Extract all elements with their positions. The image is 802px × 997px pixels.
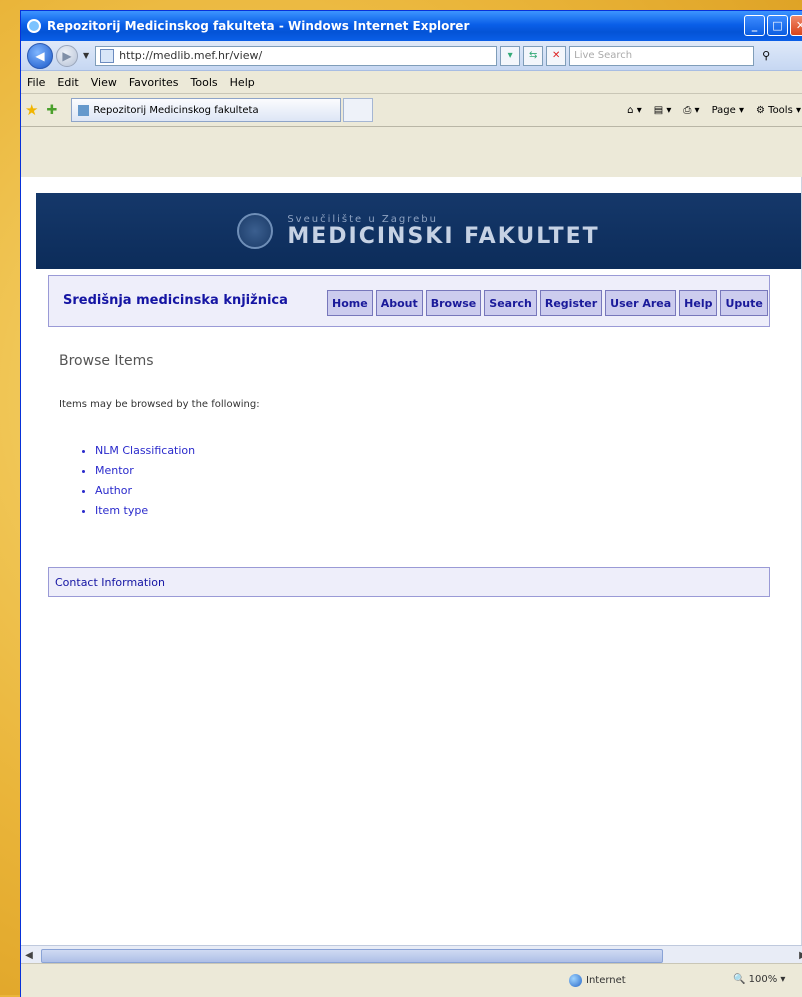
search-icon[interactable]: ⚲ [756,46,776,66]
page-menu-label: Page [711,104,736,116]
menu-favorites[interactable]: Favorites [129,76,179,89]
address-url: http://medlib.mef.hr/view/ [119,49,263,62]
nav-help[interactable]: Help [679,290,718,316]
site-nav-box: Središnja medicinska knjižnica Home Abou… [48,275,770,327]
window-title: Repozitorij Medicinskog fakulteta - Wind… [47,19,470,33]
go-dropdown-button[interactable]: ▾ [500,45,521,66]
page-viewport: Sveučilište u Zagrebu MEDICINSKI FAKULTE… [21,177,801,945]
ie-icon [27,19,41,33]
banner-title: MEDICINSKI FAKULTET [287,223,600,249]
menu-help[interactable]: Help [230,76,255,89]
close-button[interactable]: ✕ [790,15,802,36]
scroll-left-icon[interactable]: ◀ [21,950,37,961]
scroll-thumb[interactable] [41,949,663,963]
zoom-level: 100% [748,974,778,985]
status-bar: Internet 🔍 100% ▾ [21,963,802,997]
contact-information-link[interactable]: Contact Information [48,567,770,597]
banner-subtitle: Sveučilište u Zagrebu [287,213,438,225]
browse-item-type-link[interactable]: Item type [95,501,195,521]
add-favorite-icon[interactable]: ✚ [46,103,57,118]
nav-home[interactable]: Home [327,290,373,316]
zoom-control[interactable]: 🔍 100% ▾ [733,974,785,985]
zone-label: Internet [586,975,626,986]
back-button[interactable]: ◀ [27,42,53,69]
new-tab-button[interactable] [343,98,374,122]
tools-menu[interactable]: ⚙ Tools ▾ [756,105,801,116]
stop-icon[interactable]: ✕ [546,45,567,66]
refresh-icon[interactable]: ⇆ [523,45,544,66]
menu-bar: File Edit View Favorites Tools Help [21,71,802,94]
tab-repozitorij[interactable]: Repozitorij Medicinskog fakulteta [71,98,342,122]
menu-view[interactable]: View [91,76,117,89]
page-menu[interactable]: Page ▾ [712,105,744,116]
favorites-star-icon[interactable]: ★ [25,101,38,119]
minimize-button[interactable]: _ [744,15,765,36]
search-input[interactable]: Live Search [569,45,755,66]
home-icon[interactable]: ⌂ ▾ [627,105,642,116]
nav-register[interactable]: Register [539,290,603,316]
address-toolbar: ◀ ▶ ▼ http://medlib.mef.hr/view/ ▾ ⇆ ✕ L… [21,41,802,71]
forward-button[interactable]: ▶ [56,44,78,67]
nav-about[interactable]: About [375,290,423,316]
history-dropdown-icon[interactable]: ▼ [83,51,89,60]
scroll-right-icon[interactable]: ▶ [795,950,802,961]
browser-window: Repozitorij Medicinskog fakulteta - Wind… [20,10,802,997]
feeds-icon[interactable]: ▤ ▾ [654,105,672,116]
maximize-button[interactable]: □ [767,15,788,36]
site-name: Središnja medicinska knjižnica [63,293,288,308]
menu-tools[interactable]: Tools [191,76,218,89]
university-crest-icon [237,213,274,249]
horizontal-scrollbar[interactable]: ◀ ▶ [21,945,802,964]
browse-author-link[interactable]: Author [95,481,195,501]
page-title: Browse Items [59,353,154,369]
title-bar: Repozitorij Medicinskog fakulteta - Wind… [21,11,802,41]
intro-text: Items may be browsed by the following: [59,399,260,410]
address-input[interactable]: http://medlib.mef.hr/view/ [95,45,498,66]
nav-search[interactable]: Search [484,290,537,316]
tools-menu-label: Tools [768,104,793,116]
nav-upute[interactable]: Upute [720,290,768,316]
nav-browse[interactable]: Browse [425,290,482,316]
print-icon[interactable]: ⎙ ▾ [683,105,699,116]
site-banner: Sveučilište u Zagrebu MEDICINSKI FAKULTE… [36,193,801,269]
menu-edit[interactable]: Edit [57,76,78,89]
tab-bar: ★ ✚ Repozitorij Medicinskog fakulteta ⌂ … [21,94,802,127]
browse-nlm-classification-link[interactable]: NLM Classification [95,441,195,461]
tab-page-icon [78,104,90,116]
browse-mentor-link[interactable]: Mentor [95,461,195,481]
security-zone: Internet [569,974,626,987]
globe-icon [569,974,582,987]
page-icon [100,48,115,63]
nav-user-area[interactable]: User Area [605,290,677,316]
menu-file[interactable]: File [27,76,45,89]
browse-options-list: NLM Classification Mentor Author Item ty… [81,441,195,521]
tab-label: Repozitorij Medicinskog fakulteta [93,104,259,116]
